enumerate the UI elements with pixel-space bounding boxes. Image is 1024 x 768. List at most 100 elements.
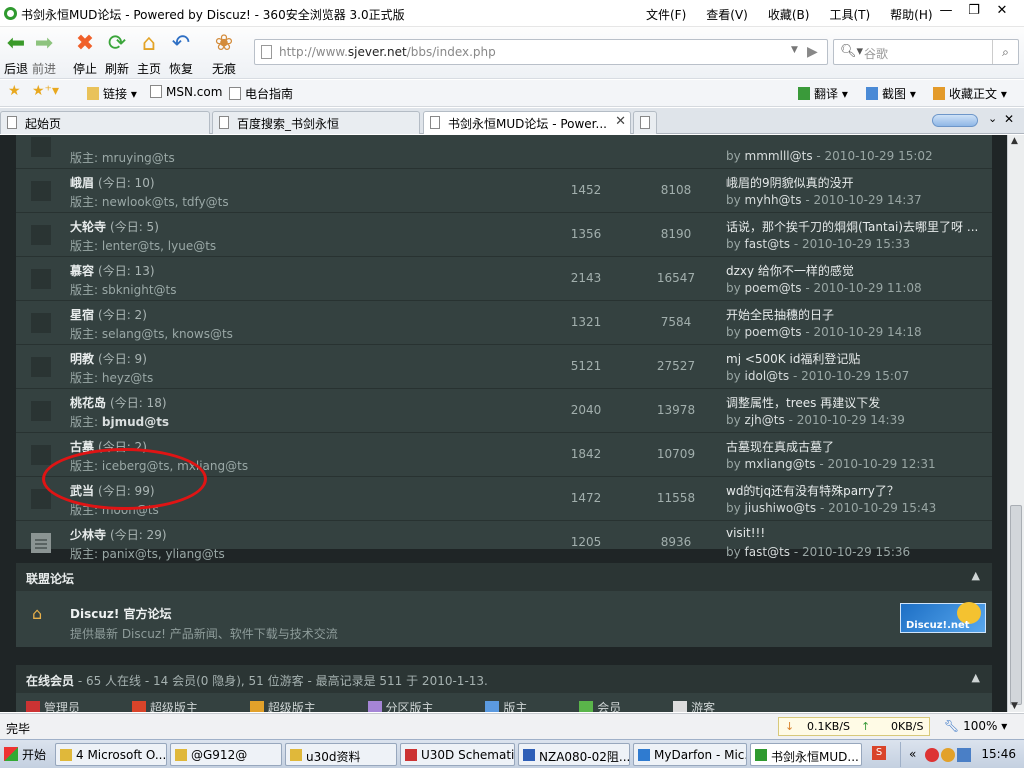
- last-post-user[interactable]: mmmlll@ts: [745, 149, 813, 163]
- close-all-icon[interactable]: ✕: [1004, 112, 1014, 126]
- collapse-icon[interactable]: ▲: [972, 671, 980, 684]
- search-icon[interactable]: ⌕: [992, 40, 1018, 64]
- tab-baidu-search[interactable]: 百度搜索_书剑永恒: [212, 111, 420, 134]
- last-post-user[interactable]: myhh@ts: [745, 193, 802, 207]
- last-post-user[interactable]: fast@ts: [745, 545, 791, 559]
- wrench-icon[interactable]: 🔧︎: [944, 719, 959, 733]
- last-post-title[interactable]: 古墓现在真成古墓了: [726, 438, 986, 455]
- translate-button[interactable]: 翻译 ▾: [798, 85, 848, 102]
- screenshot-button[interactable]: 截图 ▾: [866, 85, 916, 102]
- last-post-title[interactable]: 峨眉的9阴貌似真的没开: [726, 174, 986, 191]
- forum-row[interactable]: 明教 (今日: 9) 版主: heyz@ts 5121 27527 mj <500K id…: [16, 345, 992, 389]
- fav-links[interactable]: 链接 ▾: [87, 85, 137, 102]
- last-post-title[interactable]: 调整属性，trees 再建议下发: [726, 394, 986, 411]
- forum-name[interactable]: 峨眉 (今日: 10): [70, 174, 155, 191]
- task-mydarfon[interactable]: MyDarfon - Mic...: [633, 743, 747, 766]
- zoom-control[interactable]: 🔧︎ 100% ▾: [944, 719, 1007, 733]
- forum-name[interactable]: 桃花岛 (今日: 18): [70, 394, 167, 411]
- incognito-button[interactable]: ❀ 无痕: [208, 31, 240, 77]
- star-icon[interactable]: ★: [8, 83, 21, 99]
- task-office[interactable]: 4 Microsoft O...: [55, 743, 167, 766]
- tray-app-icon[interactable]: [925, 748, 939, 762]
- add-favorite-icon[interactable]: ★⁺▾: [32, 83, 59, 99]
- chevron-down-icon[interactable]: ▼: [791, 45, 798, 55]
- vertical-scrollbar[interactable]: ▲ ▼: [1007, 135, 1024, 712]
- forum-row[interactable]: 大轮寺 (今日: 5) 版主: lenter@ts, lyue@ts 1356 8190…: [16, 213, 992, 257]
- forum-name[interactable]: 大轮寺 (今日: 5): [70, 218, 159, 235]
- last-post-user[interactable]: zjh@ts: [745, 413, 785, 427]
- tab-toggle-pill[interactable]: [932, 114, 978, 127]
- network-icon[interactable]: [957, 748, 971, 762]
- tray-expand-icon[interactable]: «: [909, 747, 916, 761]
- moderator-link[interactable]: mruying@ts: [102, 151, 175, 165]
- home-button[interactable]: ⌂ 主页: [133, 31, 165, 77]
- league-forum-name[interactable]: Discuz! 官方论坛: [70, 605, 172, 622]
- forum-name[interactable]: [70, 135, 74, 144]
- last-post-title[interactable]: visit!!!: [726, 526, 986, 540]
- fav-msn[interactable]: MSN.com: [150, 85, 222, 99]
- collect-button[interactable]: 收藏正文 ▾: [933, 85, 1007, 102]
- start-button[interactable]: 开始: [0, 742, 52, 766]
- task-word-doc[interactable]: NZA080-02阻...: [518, 743, 630, 766]
- moderator-link[interactable]: newlook@ts, tdfy@ts: [102, 195, 229, 209]
- forum-name[interactable]: 少林寺 (今日: 29): [70, 526, 167, 543]
- scroll-up-icon[interactable]: ▲: [1011, 136, 1018, 146]
- refresh-button[interactable]: ⟳ 刷新: [101, 31, 133, 77]
- last-post-user[interactable]: jiushiwo@ts: [745, 501, 817, 515]
- stop-button[interactable]: ✖ 停止: [69, 31, 101, 77]
- forum-row[interactable]: 峨眉 (今日: 10) 版主: newlook@ts, tdfy@ts 1452 810…: [16, 169, 992, 213]
- tab-list-chevron-icon[interactable]: ⌄: [988, 112, 997, 125]
- last-post-title[interactable]: wd的tjq还有没有特殊parry了？: [726, 482, 986, 499]
- task-folder-u30d[interactable]: u30d资料: [285, 743, 397, 766]
- moderator-link[interactable]: sbknight@ts: [102, 283, 177, 297]
- moderator-link[interactable]: selang@ts, knows@ts: [102, 327, 233, 341]
- forum-row[interactable]: 版主: mruying@ts by mmmlll@ts - 2010-10-29 …: [16, 135, 992, 169]
- forum-row[interactable]: 少林寺 (今日: 29) 版主: panix@ts, yliang@ts 1205 89…: [16, 521, 992, 565]
- last-post-title[interactable]: mj <500K id福利登记贴: [726, 350, 986, 367]
- menu-view[interactable]: 查看(V): [706, 8, 748, 22]
- menu-favorites[interactable]: 收藏(B): [768, 8, 810, 22]
- task-browser[interactable]: 书剑永恒MUD...: [750, 743, 862, 766]
- input-method-icon[interactable]: S: [872, 746, 886, 760]
- go-icon[interactable]: ▶: [807, 44, 818, 60]
- close-icon[interactable]: ✕: [988, 3, 1016, 18]
- last-post-user[interactable]: poem@ts: [745, 281, 802, 295]
- discuz-logo[interactable]: Discuz!.net: [900, 602, 986, 633]
- menu-help[interactable]: 帮助(H): [890, 8, 932, 22]
- search-box[interactable]: 🔍︎▾ 谷歌 ⌕: [833, 39, 1019, 65]
- menu-tools[interactable]: 工具(T): [829, 8, 870, 22]
- new-tab-button[interactable]: [633, 111, 657, 134]
- forum-name[interactable]: 明教 (今日: 9): [70, 350, 147, 367]
- last-post-user[interactable]: idol@ts: [745, 369, 790, 383]
- tab-start-page[interactable]: 起始页: [0, 111, 210, 134]
- collapse-icon[interactable]: ▲: [972, 569, 980, 582]
- forum-row[interactable]: 桃花岛 (今日: 18) 版主: bjmud@ts 2040 13978 调整属性，tre…: [16, 389, 992, 433]
- last-post-user[interactable]: mxliang@ts: [745, 457, 816, 471]
- scroll-down-icon[interactable]: ▼: [1011, 701, 1018, 711]
- forum-row[interactable]: 慕容 (今日: 13) 版主: sbknight@ts 2143 16547 dzxy 给…: [16, 257, 992, 301]
- forum-row[interactable]: 星宿 (今日: 2) 版主: selang@ts, knows@ts 1321 7584…: [16, 301, 992, 345]
- close-tab-icon[interactable]: ✕: [615, 114, 626, 129]
- last-post-title[interactable]: 话说，那个挨千刀的烔烔(Tantai)去哪里了呀 ...: [726, 218, 986, 235]
- moderator-link[interactable]: bjmud@ts: [102, 415, 169, 429]
- forum-name[interactable]: 星宿 (今日: 2): [70, 306, 147, 323]
- menu-file[interactable]: 文件(F): [646, 8, 686, 22]
- restore-icon[interactable]: ❐: [960, 3, 988, 18]
- scroll-thumb[interactable]: [1010, 505, 1022, 705]
- moderator-link[interactable]: lenter@ts, lyue@ts: [102, 239, 216, 253]
- forward-button[interactable]: ➡ 前进: [28, 31, 60, 77]
- moderator-link[interactable]: heyz@ts: [102, 371, 153, 385]
- last-post-title[interactable]: 开始全民抽穗的日子: [726, 306, 986, 323]
- last-post-user[interactable]: fast@ts: [745, 237, 791, 251]
- address-bar[interactable]: http://www.sjever.net/bbs/index.php ▼ ▶: [254, 39, 828, 65]
- speed-meter[interactable]: ↓ 0.1KB/S ↑ 0KB/S: [778, 717, 930, 736]
- task-pdf-schematic[interactable]: U30D Schemati...: [400, 743, 515, 766]
- fav-radio[interactable]: 电台指南: [229, 85, 293, 102]
- last-post-title[interactable]: dzxy 给你不一样的感觉: [726, 262, 986, 279]
- task-folder-g912[interactable]: @G912@: [170, 743, 282, 766]
- search-engine-icon[interactable]: 🔍︎▾: [840, 44, 863, 59]
- tab-forum[interactable]: 书剑永恒MUD论坛 - Power... ✕: [423, 111, 631, 134]
- last-post-user[interactable]: poem@ts: [745, 325, 802, 339]
- restore-button[interactable]: ↶ 恢复: [165, 31, 197, 77]
- address-url[interactable]: http://www.sjever.net/bbs/index.php: [279, 45, 496, 59]
